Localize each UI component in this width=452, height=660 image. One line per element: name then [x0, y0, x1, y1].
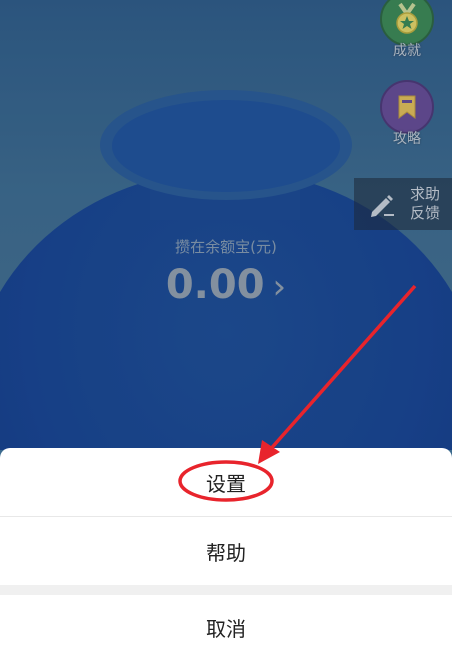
- help-option-label: 帮助: [206, 540, 246, 565]
- modal-backdrop[interactable]: [0, 0, 452, 450]
- cancel-option[interactable]: 取消: [0, 595, 452, 660]
- settings-option[interactable]: 设置: [0, 448, 452, 516]
- cancel-option-label: 取消: [206, 617, 246, 641]
- section-gap: [0, 585, 452, 595]
- action-sheet: 设置 帮助 取消: [0, 448, 452, 660]
- settings-option-label: 设置: [206, 471, 246, 496]
- background: 攒在余额宝(元) 0.00 › 成就 攻略 求助 反馈: [0, 0, 452, 450]
- help-option[interactable]: 帮助: [0, 517, 452, 585]
